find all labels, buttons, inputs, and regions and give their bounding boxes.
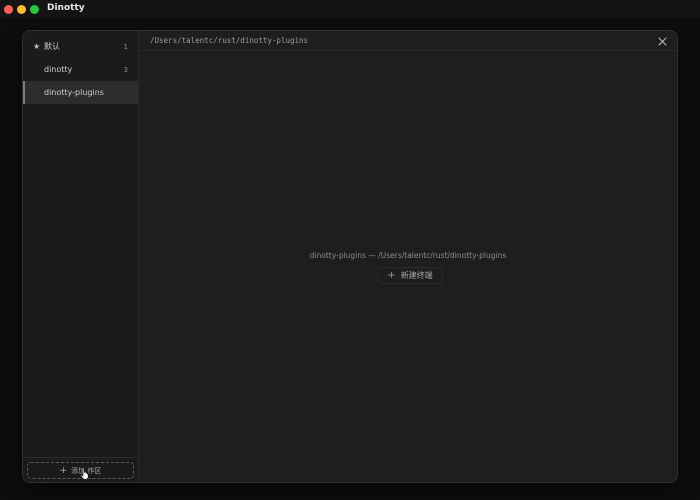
close-window-button[interactable] <box>4 5 13 14</box>
app-title: Dinotty <box>47 3 85 13</box>
workspace-label: dinotty <box>44 65 73 74</box>
workspace-item-dinotty-plugins[interactable]: dinotty-plugins <box>23 81 139 104</box>
empty-state-caption: dinotty-plugins — /Users/talentc/rust/di… <box>309 251 507 260</box>
title-bar: Dinotty <box>0 0 700 18</box>
minimize-window-button[interactable] <box>17 5 26 14</box>
zoom-window-button[interactable] <box>30 5 39 14</box>
plus-icon: + <box>59 465 68 476</box>
workspace-count: 3 <box>123 65 128 74</box>
hand-cursor-icon <box>80 467 89 480</box>
terminal-area: /Users/talentc/rust/dinotty-plugins dino… <box>139 31 677 482</box>
workspace-label: dinotty-plugins <box>44 88 104 97</box>
close-icon[interactable] <box>655 34 669 48</box>
workspace-panel: ★ 默认 1 dinotty 3 dinotty-plugins + 添加 作区… <box>22 30 678 483</box>
current-path: /Users/talentc/rust/dinotty-plugins <box>150 36 309 45</box>
star-icon: ★ <box>33 42 41 51</box>
new-terminal-label: 新建终端 <box>400 271 433 280</box>
new-terminal-button[interactable]: + 新建终端 <box>377 267 443 284</box>
path-bar: /Users/talentc/rust/dinotty-plugins <box>139 31 677 51</box>
workspace-label: 默认 <box>44 42 60 51</box>
app-window: Dinotty ★ 默认 1 dinotty 3 dinotty-plugins… <box>0 0 700 500</box>
plus-icon: + <box>387 270 396 281</box>
workspace-item-default[interactable]: ★ 默认 1 <box>23 35 139 58</box>
workspace-sidebar: ★ 默认 1 dinotty 3 dinotty-plugins + 添加 作区 <box>23 31 139 482</box>
workspace-item-dinotty[interactable]: dinotty 3 <box>23 58 139 81</box>
workspace-count: 1 <box>123 42 128 51</box>
